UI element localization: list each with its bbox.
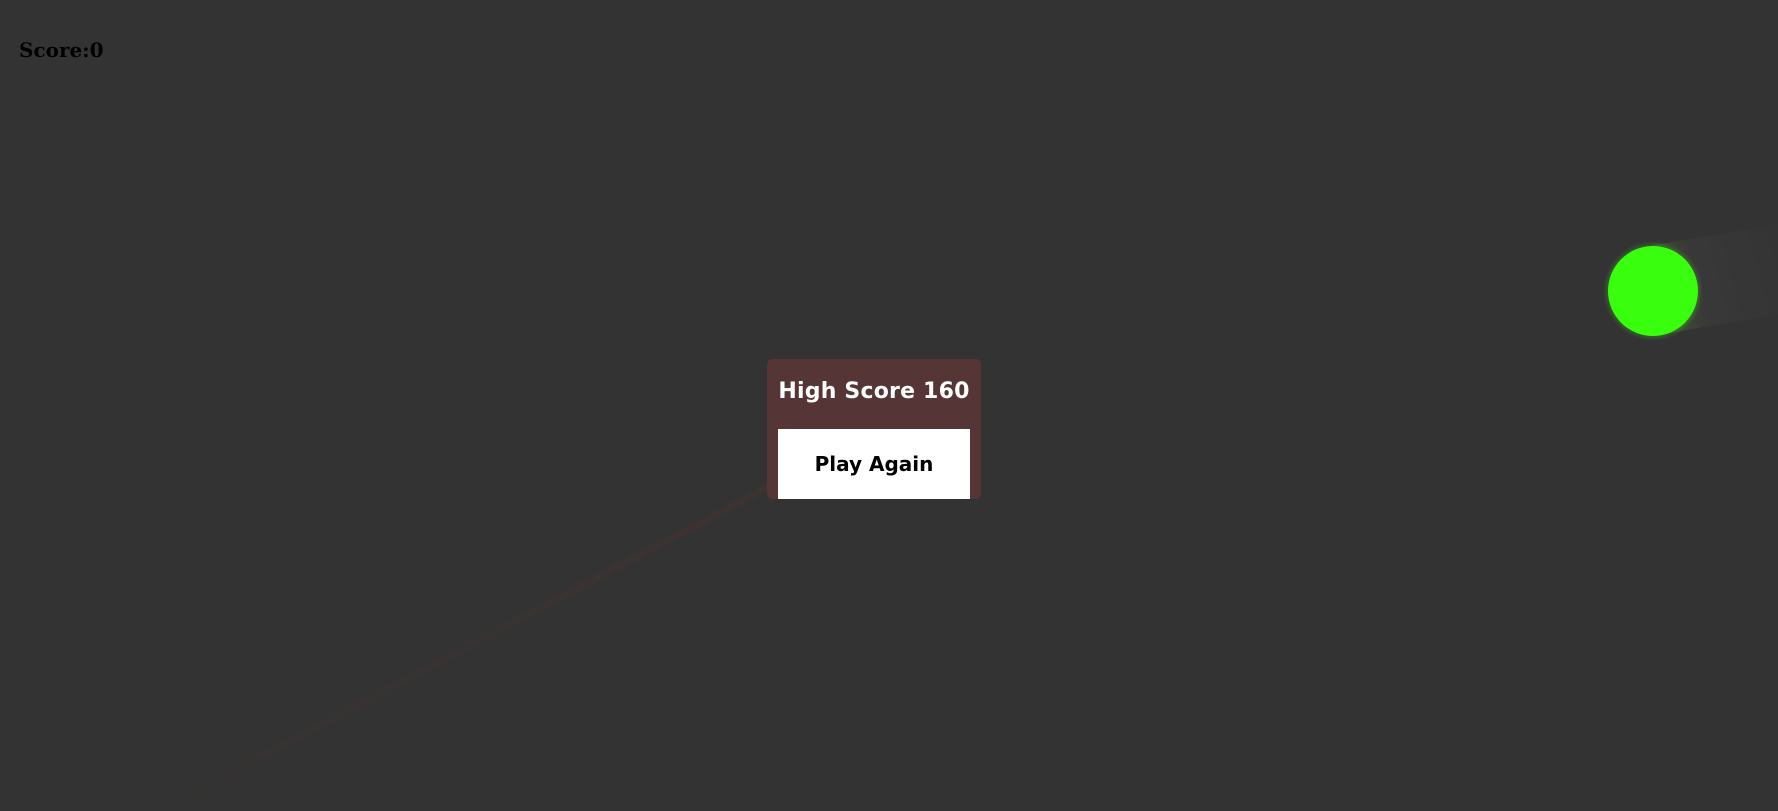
play-again-button[interactable]: Play Again [778,429,970,499]
player-circle-icon [1608,246,1698,336]
game-over-modal: High Score 160 Play Again [767,359,981,499]
score-label: Score:0 [19,38,104,62]
high-score-text: High Score 160 [778,379,970,404]
enemy-trail [150,482,775,811]
